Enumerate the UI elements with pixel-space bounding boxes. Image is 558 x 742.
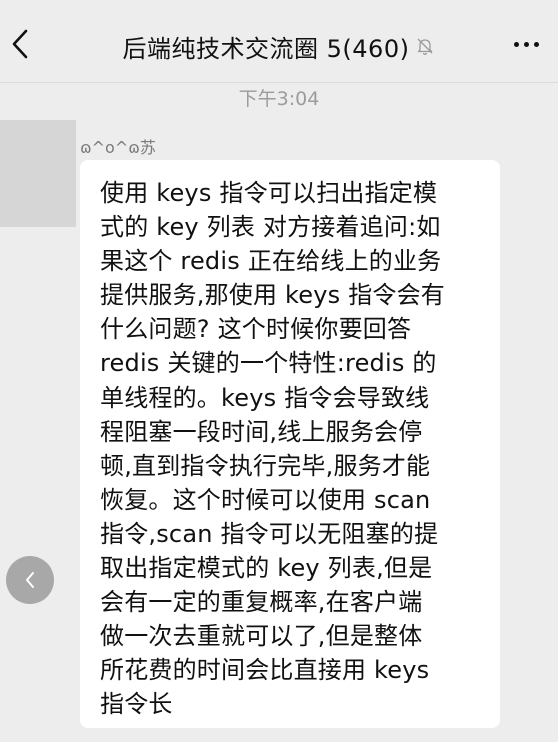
message-bubble[interactable]: 使用 keys 指令可以扫出指定模 式的 key 列表 对方接着追问:如 果这个… (80, 160, 500, 728)
header-divider (0, 82, 558, 83)
message-line: 做一次去重就可以了,但是整体 (100, 622, 423, 651)
chat-title: 后端纯技术交流圈 5(460) (122, 34, 410, 63)
floating-back-button[interactable] (6, 556, 54, 604)
message-line: 果这个 redis 正在给线上的业务 (100, 247, 442, 276)
message-line: redis 关键的一个特性:redis 的 (100, 349, 437, 378)
message-line: 顿,直到指令执行完毕,服务才能 (100, 451, 431, 480)
bell-off-icon (418, 38, 433, 56)
chevron-left-icon (12, 29, 28, 59)
message-line: 提供服务,那使用 keys 指令会有 (100, 281, 446, 310)
message-line: 程阻塞一段时间,线上服务会停 (100, 417, 423, 446)
message-line: 取出指定模式的 key 列表,但是 (100, 554, 433, 583)
message-line: 会有一定的重复概率,在客户端 (100, 588, 423, 617)
chat-title-group: 后端纯技术交流圈 5(460) (80, 26, 478, 66)
message-line: 使用 keys 指令可以扫出指定模 (100, 179, 438, 207)
chevron-left-icon (26, 572, 34, 588)
more-horizontal-icon (513, 41, 519, 47)
chat-screen: 后端纯技术交流圈 5(460) 下午3:04 ɷ^o^ɷ苏 使用 keys 指令… (0, 0, 558, 742)
sender-name: ɷ^o^ɷ苏 (80, 138, 156, 157)
message-timestamp: 下午3:04 (238, 88, 320, 110)
message-line: 式的 key 列表 对方接着追问:如 (100, 213, 441, 242)
message-line: 恢复。这个时候可以使用 scan (100, 485, 431, 514)
sender-avatar[interactable] (0, 120, 76, 227)
message-line: 指令长 (100, 690, 173, 719)
message-line: 指令,scan 指令可以无阻塞的提 (100, 519, 439, 548)
more-options-button[interactable] (506, 24, 546, 64)
back-button[interactable] (0, 18, 40, 70)
chat-header: 后端纯技术交流圈 5(460) (0, 0, 558, 88)
message-line: 单线程的。keys 指令会导致线 (100, 383, 430, 412)
message-line: 所花费的时间会比直接用 keys (100, 656, 430, 685)
message-line: 什么问题? 这个时候你要回答 (100, 315, 412, 344)
